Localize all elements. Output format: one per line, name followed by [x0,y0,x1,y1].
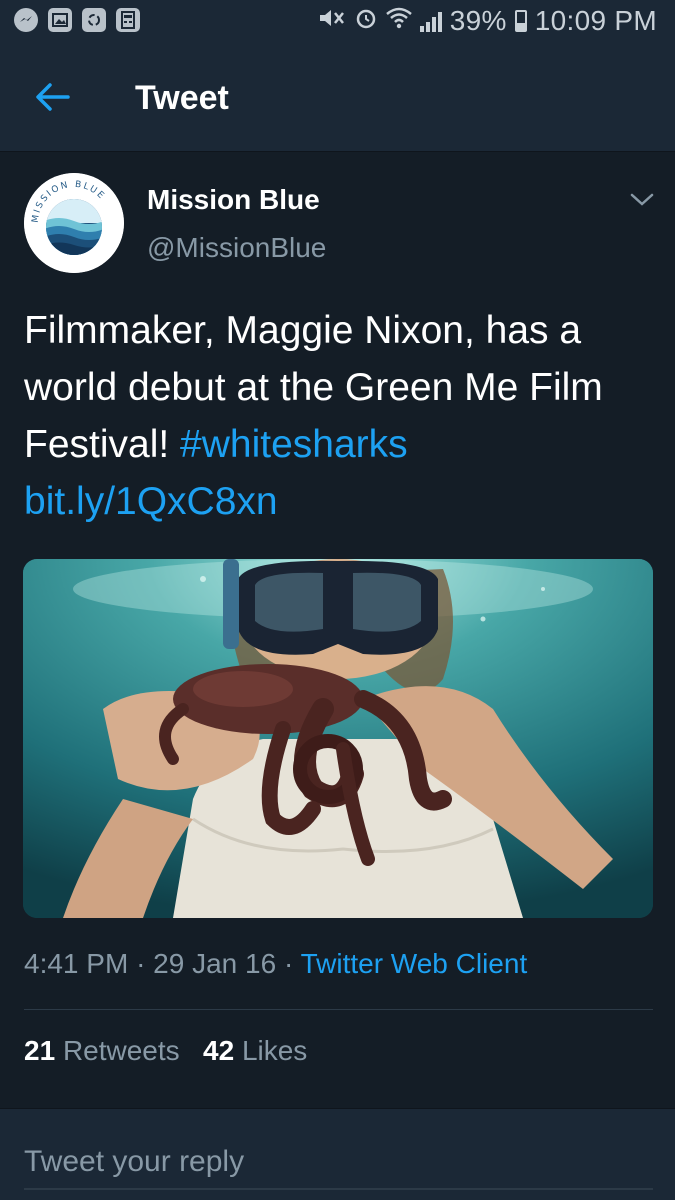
hashtag-link[interactable]: #whitesharks [180,423,408,466]
retweets-label: Retweets [62,1035,180,1066]
chevron-down-icon[interactable] [630,192,654,208]
wifi-icon [385,7,412,35]
messenger-icon [14,8,38,32]
likes-stat[interactable]: 42 Likes [203,1035,307,1066]
status-bar: 39% 10:09 PM [0,0,675,45]
recycle-icon [82,8,106,32]
status-left-icons [14,8,140,32]
reply-bar [0,1108,675,1200]
likes-count: 42 [203,1035,235,1066]
gallery-icon [48,8,72,32]
meta-separator: · [136,948,146,979]
tweet-text: Filmmaker, Maggie Nixon, has a world deb… [24,302,654,530]
tweet-screen: 39% 10:09 PM Tweet MISSION BLUE Mission … [0,0,675,1200]
author-handle[interactable]: @MissionBlue [147,232,326,264]
calculator-icon [116,8,140,32]
reply-input[interactable] [24,1139,651,1185]
reply-underline [24,1188,653,1190]
tweet-stats: 21 Retweets 42 Likes [24,1035,307,1067]
arrow-left-icon[interactable] [34,81,70,113]
retweets-count: 21 [24,1035,56,1066]
tweet-time: 4:41 PM [24,948,129,979]
url-link[interactable]: bit.ly/1QxC8xn [24,480,278,523]
tweet-meta: 4:41 PM · 29 Jan 16 · Twitter Web Client [24,948,527,980]
avatar[interactable]: MISSION BLUE [24,173,124,273]
meta-separator: · [283,948,294,979]
likes-label: Likes [241,1035,308,1066]
mute-icon [316,7,346,35]
app-bar: Tweet [0,45,675,152]
page-title: Tweet [135,79,229,117]
retweets-stat[interactable]: 21 Retweets [24,1035,180,1066]
clock: 10:09 PM [534,5,657,36]
status-right: 39% 10:09 PM [316,5,657,37]
tweet-photo[interactable] [23,559,653,918]
battery-icon [514,10,527,32]
divider [24,1009,653,1010]
alarm-icon [354,6,378,36]
author-name[interactable]: Mission Blue [147,184,320,216]
signal-icon [419,10,442,32]
client-link[interactable]: Twitter Web Client [301,948,528,979]
battery-percent: 39% [449,5,507,36]
tweet-date: 29 Jan 16 [153,948,277,979]
